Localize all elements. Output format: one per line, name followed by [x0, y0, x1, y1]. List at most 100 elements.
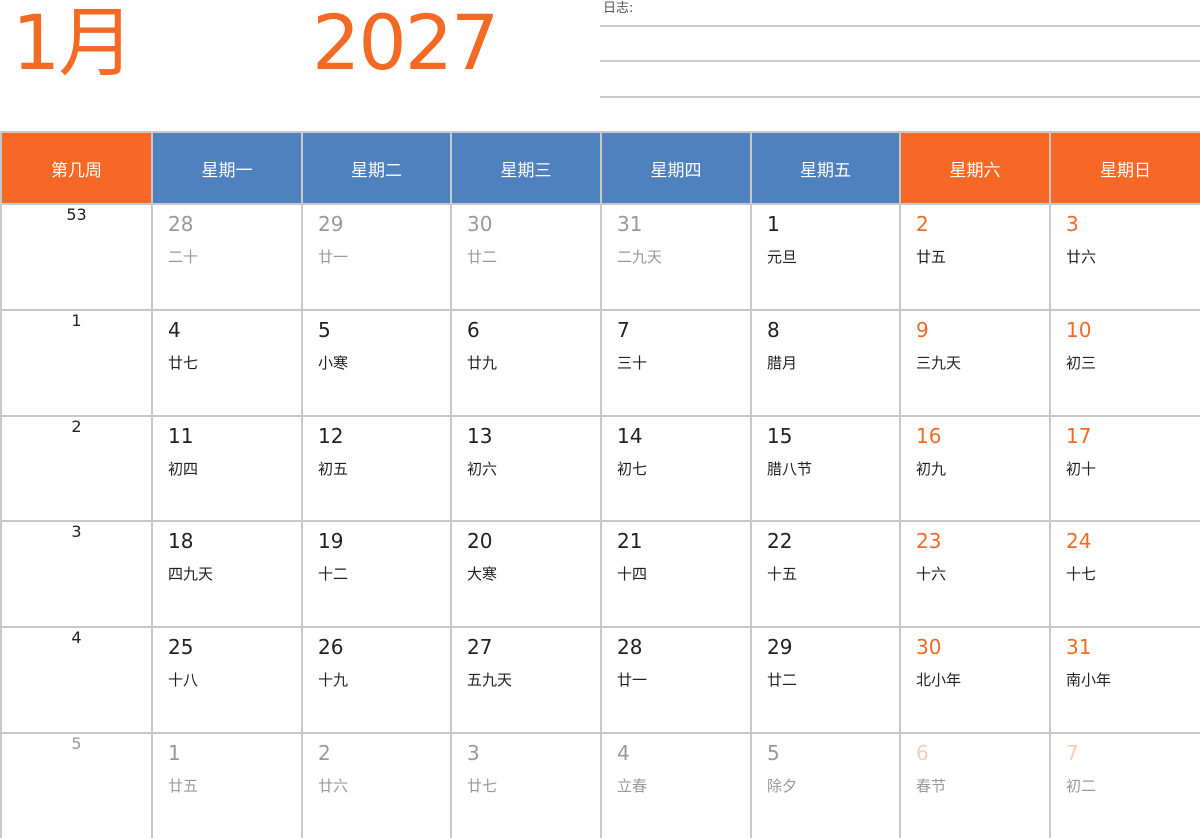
day-cell[interactable]: 29 廿一 [301, 203, 452, 311]
week-row: 53 28 二十 29 廿一 30 廿二 31 二九天 1 元旦 2 廿五 3 廿六 [0, 203, 1200, 311]
day-cell[interactable]: 2 廿六 [301, 731, 452, 838]
day-number: 30 [467, 212, 493, 236]
day-cell[interactable]: 3 廿七 [450, 731, 602, 838]
day-number: 6 [467, 317, 480, 342]
lunar-date: 腊月 [767, 353, 798, 372]
day-cell[interactable]: 21 十四 [600, 520, 752, 629]
lunar-date: 廿九 [467, 353, 498, 372]
lunar-date: 廿一 [318, 248, 349, 266]
day-number: 5 [318, 317, 331, 342]
week-number: 53 [0, 203, 153, 311]
week-number: 4 [0, 626, 153, 734]
lunar-date: 春节 [916, 776, 947, 795]
day-cell[interactable]: 3 廿六 [1049, 203, 1200, 311]
lunar-date: 三十 [617, 353, 648, 372]
day-number: 7 [617, 317, 630, 342]
day-number: 22 [767, 529, 793, 554]
day-cell[interactable]: 10 初三 [1049, 308, 1200, 417]
day-number: 17 [1066, 423, 1092, 448]
day-cell[interactable]: 26 十九 [301, 626, 452, 734]
week-number: 3 [0, 520, 153, 629]
day-cell[interactable]: 16 初九 [899, 414, 1051, 523]
day-cell[interactable]: 13 初六 [450, 414, 602, 523]
day-cell[interactable]: 8 腊月 [750, 308, 901, 417]
week-row: 5 1 廿五 2 廿六 3 廿七 4 立春 5 除夕 6 春节 7 初二 [0, 731, 1200, 838]
lunar-date: 元旦 [767, 248, 798, 266]
lunar-date: 廿七 [467, 776, 498, 795]
day-cell[interactable]: 5 小寒 [301, 308, 452, 417]
day-cell[interactable]: 28 二十 [151, 203, 303, 311]
day-number: 1 [168, 740, 181, 765]
lunar-date: 廿二 [467, 248, 498, 266]
lunar-date: 四九天 [168, 565, 214, 584]
day-cell[interactable]: 19 十二 [301, 520, 452, 629]
day-cell[interactable]: 17 初十 [1049, 414, 1200, 523]
day-cell[interactable]: 29 廿二 [750, 626, 901, 734]
day-number: 1 [767, 212, 780, 236]
lunar-date: 小寒 [318, 353, 349, 372]
lunar-date: 大寒 [467, 565, 498, 584]
day-cell[interactable]: 15 腊八节 [750, 414, 901, 523]
day-number: 2 [318, 740, 331, 765]
day-cell[interactable]: 1 元旦 [750, 203, 901, 311]
lunar-date: 十五 [767, 565, 798, 584]
day-cell[interactable]: 20 大寒 [450, 520, 602, 629]
day-cell[interactable]: 12 初五 [301, 414, 452, 523]
weekday-header-row: 第几周 星期一 星期二 星期三 星期四 星期五 星期六 星期日 [0, 131, 1200, 205]
day-cell[interactable]: 2 廿五 [899, 203, 1051, 311]
day-cell[interactable]: 28 廿一 [600, 626, 752, 734]
day-cell[interactable]: 4 立春 [600, 731, 752, 838]
day-cell[interactable]: 6 廿九 [450, 308, 602, 417]
lunar-date: 十七 [1066, 565, 1097, 584]
day-cell[interactable]: 27 五九天 [450, 626, 602, 734]
lunar-date: 十二 [318, 565, 349, 584]
lunar-date: 廿五 [916, 248, 947, 266]
lunar-date: 北小年 [916, 671, 962, 690]
day-cell[interactable]: 18 四九天 [151, 520, 303, 629]
lunar-date: 初五 [318, 459, 349, 478]
day-cell[interactable]: 30 廿二 [450, 203, 602, 311]
day-cell[interactable]: 7 三十 [600, 308, 752, 417]
day-cell[interactable]: 11 初四 [151, 414, 303, 523]
lunar-date: 廿六 [1066, 248, 1097, 266]
lunar-date: 十六 [916, 565, 947, 584]
day-number: 11 [168, 423, 194, 448]
header-week-number: 第几周 [0, 131, 153, 205]
day-cell[interactable]: 22 十五 [750, 520, 901, 629]
day-number: 19 [318, 529, 344, 554]
day-cell[interactable]: 24 十七 [1049, 520, 1200, 629]
lunar-date: 初十 [1066, 459, 1097, 478]
day-number: 26 [318, 635, 344, 660]
lunar-date: 初四 [168, 459, 199, 478]
lunar-date: 初七 [617, 459, 648, 478]
day-number: 18 [168, 529, 194, 554]
day-number: 29 [767, 635, 793, 660]
day-cell[interactable]: 31 南小年 [1049, 626, 1200, 734]
day-cell[interactable]: 4 廿七 [151, 308, 303, 417]
day-number: 24 [1066, 529, 1092, 554]
day-cell[interactable]: 7 初二 [1049, 731, 1200, 838]
day-cell[interactable]: 14 初七 [600, 414, 752, 523]
day-cell[interactable]: 25 十八 [151, 626, 303, 734]
day-number: 12 [318, 423, 344, 448]
day-number: 6 [916, 740, 929, 765]
day-cell[interactable]: 30 北小年 [899, 626, 1051, 734]
note-line [600, 25, 1200, 27]
lunar-date: 三九天 [916, 353, 962, 372]
year-title: 2027 [312, 0, 499, 87]
lunar-date: 初九 [916, 459, 947, 478]
day-cell[interactable]: 9 三九天 [899, 308, 1051, 417]
lunar-date: 二十 [168, 248, 199, 266]
lunar-date: 十四 [617, 565, 648, 584]
week-row: 4 25 十八 26 十九 27 五九天 28 廿一 29 廿二 30 北小年 31 南小年 [0, 626, 1200, 734]
lunar-date: 除夕 [767, 776, 798, 795]
day-number: 9 [916, 317, 929, 342]
day-number: 16 [916, 423, 942, 448]
day-cell[interactable]: 1 廿五 [151, 731, 303, 838]
header-tuesday: 星期二 [301, 131, 452, 205]
day-cell[interactable]: 23 十六 [899, 520, 1051, 629]
day-cell[interactable]: 5 除夕 [750, 731, 901, 838]
note-line [600, 96, 1200, 98]
day-cell[interactable]: 31 二九天 [600, 203, 752, 311]
day-cell[interactable]: 6 春节 [899, 731, 1051, 838]
